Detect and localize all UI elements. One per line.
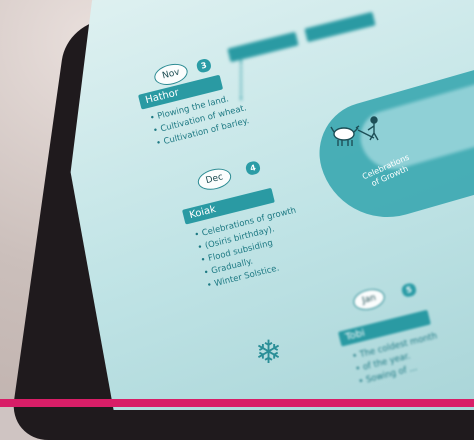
snowflake-icon: ❄ (255, 333, 282, 371)
magenta-strip (0, 399, 474, 407)
farmer-ox-plow-icon (330, 116, 379, 146)
